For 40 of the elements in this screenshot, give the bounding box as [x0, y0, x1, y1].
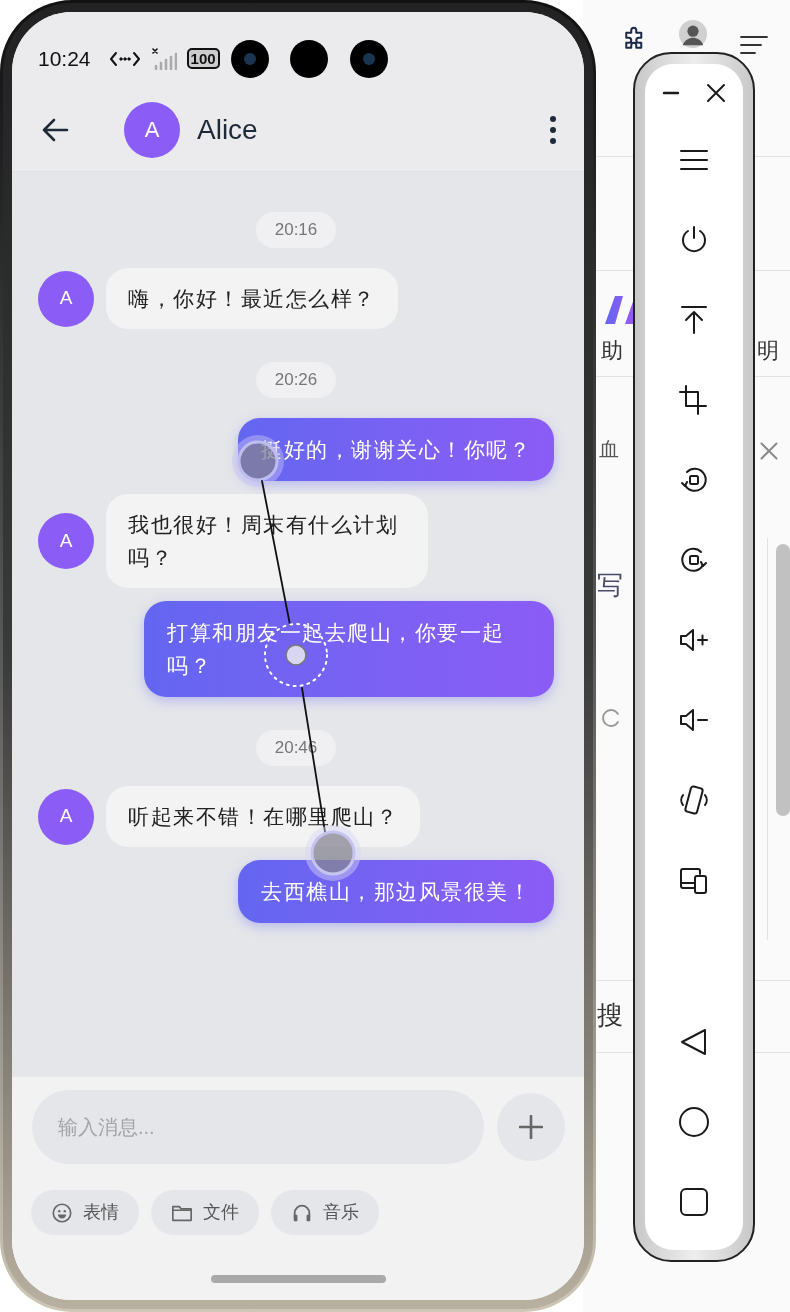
message-input-field[interactable]: 输入消息... — [32, 1090, 484, 1164]
contact-avatar: A — [124, 101, 180, 158]
sent-message: 打算和朋友一起去爬山，你要一起吗？ — [144, 601, 554, 697]
signal-icon — [150, 47, 177, 70]
plus-icon — [519, 1115, 543, 1139]
menu-label: 明 — [757, 337, 779, 365]
quick-action-button[interactable]: 表情 — [31, 1190, 139, 1235]
camera-lens-drawing — [349, 39, 389, 79]
recents-square-icon[interactable] — [678, 1186, 710, 1218]
contact-name: Alice — [197, 112, 258, 147]
avatar-icon[interactable] — [679, 20, 707, 48]
menu-label: 助 — [601, 337, 623, 365]
scrollbar-thumb[interactable] — [776, 544, 790, 816]
upload-icon[interactable] — [678, 304, 710, 336]
timestamp: 20:26 — [255, 362, 337, 398]
quick-action-button[interactable]: 文件 — [151, 1190, 259, 1235]
shake-phone-icon[interactable] — [678, 784, 710, 816]
close-icon[interactable] — [706, 83, 726, 103]
crop-icon[interactable] — [678, 384, 710, 416]
received-message: 嗨，你好！最近怎么样？ — [106, 268, 398, 329]
refresh-icon[interactable] — [601, 707, 621, 729]
sender-avatar: A — [38, 788, 94, 845]
section-title: 写 — [597, 569, 623, 602]
timestamp: 20:16 — [255, 212, 337, 248]
banner-text: 血 — [599, 437, 619, 462]
sender-avatar: A — [38, 270, 94, 327]
camera-lens-drawing — [230, 39, 270, 79]
camera-lens-drawing — [289, 39, 329, 79]
quick-action-button[interactable]: 音乐 — [271, 1190, 379, 1235]
more-options-icon[interactable] — [548, 114, 558, 145]
touch-point-drawing — [305, 825, 361, 881]
search-label: 搜 — [597, 999, 623, 1032]
touch-point-drawing — [232, 435, 284, 487]
home-circle-icon[interactable] — [678, 1106, 710, 1138]
smiley-icon — [51, 1201, 73, 1224]
status-time: 10:24 — [38, 45, 91, 72]
sender-avatar: A — [38, 513, 94, 569]
menu-icon[interactable] — [739, 33, 769, 57]
battery-level: 100 — [186, 48, 220, 69]
sent-message: 去西樵山，那边风景很美！ — [238, 860, 554, 923]
